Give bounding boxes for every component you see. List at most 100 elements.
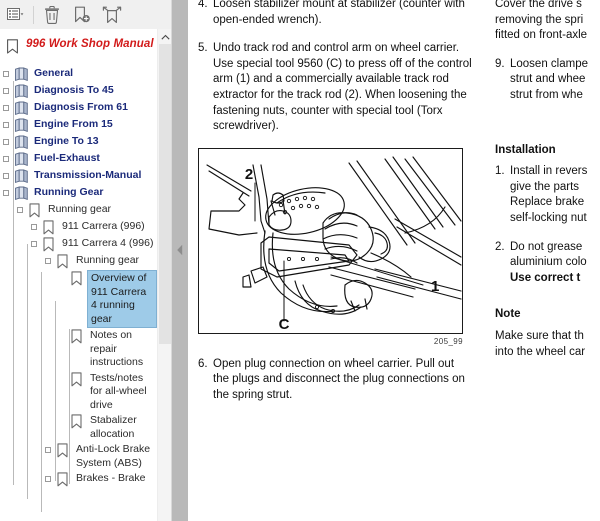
bookmark-item-overview-of-911-carrera-4-running-gear[interactable]: Overview of 911 Carrera 4 running gear [0, 270, 157, 328]
figure-callout-2: 2 [245, 166, 253, 183]
bookmark-icon [56, 253, 73, 270]
expand-toggle[interactable] [42, 442, 56, 458]
figure-callout-C: C [279, 316, 290, 333]
bookmark-item-diagnosis-from-61[interactable]: Diagnosis From 61 [0, 100, 157, 117]
bookmark-item-engine-from-15[interactable]: Engine From 15 [0, 117, 157, 134]
scroll-up-button[interactable] [158, 29, 171, 44]
bookmark-item-transmission-manual[interactable]: Transmission-Manual [0, 168, 157, 185]
bookmark-item-911-carrera-4-996[interactable]: 911 Carrera 4 (996) [0, 236, 157, 253]
bookmark-item-label: Engine From 15 [34, 118, 113, 130]
bookmark-icon [6, 38, 22, 59]
bookmark-item-label: Overview of 911 Carrera 4 running gear [87, 270, 157, 328]
step-line: Replace brake [510, 196, 585, 209]
bookmark-item-label: Engine To 13 [34, 135, 99, 147]
expand-toggle[interactable] [42, 471, 56, 487]
installation-step: 1. Install in revers give the parts Repl… [495, 164, 600, 226]
bookmark-item-engine-to-13[interactable]: Engine To 13 [0, 134, 157, 151]
note-line: into the wheel car [495, 345, 586, 358]
trash-icon [44, 5, 60, 24]
expand-toggle[interactable] [0, 151, 14, 167]
expand-toggle[interactable] [0, 117, 14, 133]
expand-toggle[interactable] [28, 236, 42, 252]
bookmark-icon [70, 371, 87, 388]
bookmark-item-fuel-exhaust[interactable]: Fuel-Exhaust [0, 151, 157, 168]
bookmarks-panel-body: 996 Work Shop Manual General Diagnosis To… [0, 29, 171, 521]
bookmark-item-label: Anti-Lock Brake System (ABS) [76, 443, 151, 469]
bookmarks-tree[interactable]: 996 Work Shop Manual General Diagnosis To… [0, 29, 157, 521]
bookmark-item-notes-on-repair-instructions[interactable]: Notes on repair instructions [0, 328, 157, 371]
step-number: 6. [198, 357, 208, 370]
bookmark-item-running-gear[interactable]: Running Gear [0, 185, 157, 202]
book-icon [14, 83, 31, 100]
continuation-paragraph: Cover the drive s removing the spri fitt… [495, 0, 600, 44]
note-line: Make sure that th [495, 329, 584, 342]
bookmark-item-label: Running gear [76, 254, 140, 266]
bookmark-item-label: Stabalizer allocation [90, 414, 137, 440]
panel-splitter[interactable] [172, 0, 188, 521]
expand-spacer [56, 270, 70, 286]
bookmark-item-diagnosis-to-45[interactable]: Diagnosis To 45 [0, 83, 157, 100]
expand-spacer [56, 328, 70, 344]
bookmark-item-label: Tests/notes for all-wheel drive [90, 371, 147, 411]
instruction-step: 6. Open plug connection on wheel carrier… [198, 357, 473, 404]
new-bookmark-button[interactable] [67, 2, 97, 28]
bookmark-expand-icon [102, 6, 122, 24]
bookmark-item-brakes-brake[interactable]: Brakes - Brake [0, 471, 157, 488]
bookmark-item-label: General [34, 67, 74, 79]
book-icon [14, 117, 31, 134]
expand-toggle[interactable] [0, 83, 14, 99]
note-paragraph: Make sure that th into the wheel car [495, 329, 600, 360]
chevron-left-icon [176, 243, 184, 261]
bookmarks-toolbar [0, 0, 171, 30]
bookmark-item-911-carrera-996[interactable]: 911 Carrera (996) [0, 219, 157, 236]
expand-toggle[interactable] [28, 219, 42, 235]
bookmarks-scrollbar[interactable] [157, 29, 171, 521]
step-text: Loosen stabilizer mount at stabilizer (c… [213, 0, 465, 26]
scrollbar-track[interactable] [158, 44, 171, 506]
instruction-step: 4. Loosen stabilizer mount at stabilizer… [198, 0, 473, 28]
bookmark-plus-icon [73, 6, 91, 24]
expand-toggle[interactable] [42, 253, 56, 269]
book-icon [14, 66, 31, 83]
step-text: Undo track rod and control arm on wheel … [213, 42, 472, 133]
bookmark-item-label: Notes on repair instructions [90, 329, 144, 368]
bookmark-icon [56, 471, 73, 488]
column-spacer [495, 299, 600, 307]
book-icon [14, 100, 31, 117]
bookmark-item-label: 911 Carrera 4 (996) [62, 237, 154, 249]
expand-toggle[interactable] [0, 66, 14, 82]
column-spacer [495, 117, 600, 143]
delete-bookmark-button[interactable] [37, 2, 67, 28]
options-list-button[interactable] [0, 2, 30, 28]
book-icon [14, 168, 31, 185]
bookmark-item-general[interactable]: General [0, 66, 157, 83]
bookmark-item-label: Fuel-Exhaust [34, 152, 100, 164]
bookmark-item-running-gear[interactable]: Running gear [0, 253, 157, 270]
bookmark-item-anti-lock-brake-system-abs[interactable]: Anti-Lock Brake System (ABS) [0, 442, 157, 471]
expand-spacer [56, 371, 70, 387]
instruction-step: 9. Loosen clampe strut and whee strut fr… [495, 57, 600, 104]
expand-toggle[interactable] [0, 100, 14, 116]
bookmark-item-label: Diagnosis From 61 [34, 101, 128, 113]
expand-toggle[interactable] [0, 185, 14, 201]
installation-heading: Installation [495, 143, 556, 156]
expand-toggle[interactable] [14, 202, 28, 218]
expand-bookmark-button[interactable] [97, 2, 127, 28]
step-line: Install in revers [510, 165, 588, 178]
collapse-sidebar-button[interactable] [172, 244, 188, 260]
expand-toggle[interactable] [0, 134, 14, 150]
step-line: self-locking nut [510, 211, 587, 224]
bookmark-item-tests-notes-for-all-wheel-drive[interactable]: Tests/notes for all-wheel drive [0, 371, 157, 414]
expand-toggle[interactable] [0, 168, 14, 184]
bookmark-item-stabalizer-allocation[interactable]: Stabalizer allocation [0, 413, 157, 442]
step-text: Open plug connection on wheel carrier. P… [213, 357, 465, 401]
book-icon [14, 151, 31, 168]
bookmarks-root-title[interactable]: 996 Work Shop Manual [0, 29, 157, 66]
toolbar-separator [33, 5, 34, 24]
bookmark-item-running-gear[interactable]: Running gear [0, 202, 157, 219]
bookmarks-root-label: 996 Work Shop Manual [26, 38, 154, 50]
bookmarks-sidebar: 996 Work Shop Manual General Diagnosis To… [0, 0, 172, 521]
figure-caption: 205_99 [433, 336, 463, 346]
step-line-bold: Use correct t [510, 271, 581, 284]
scrollbar-thumb[interactable] [159, 44, 171, 344]
